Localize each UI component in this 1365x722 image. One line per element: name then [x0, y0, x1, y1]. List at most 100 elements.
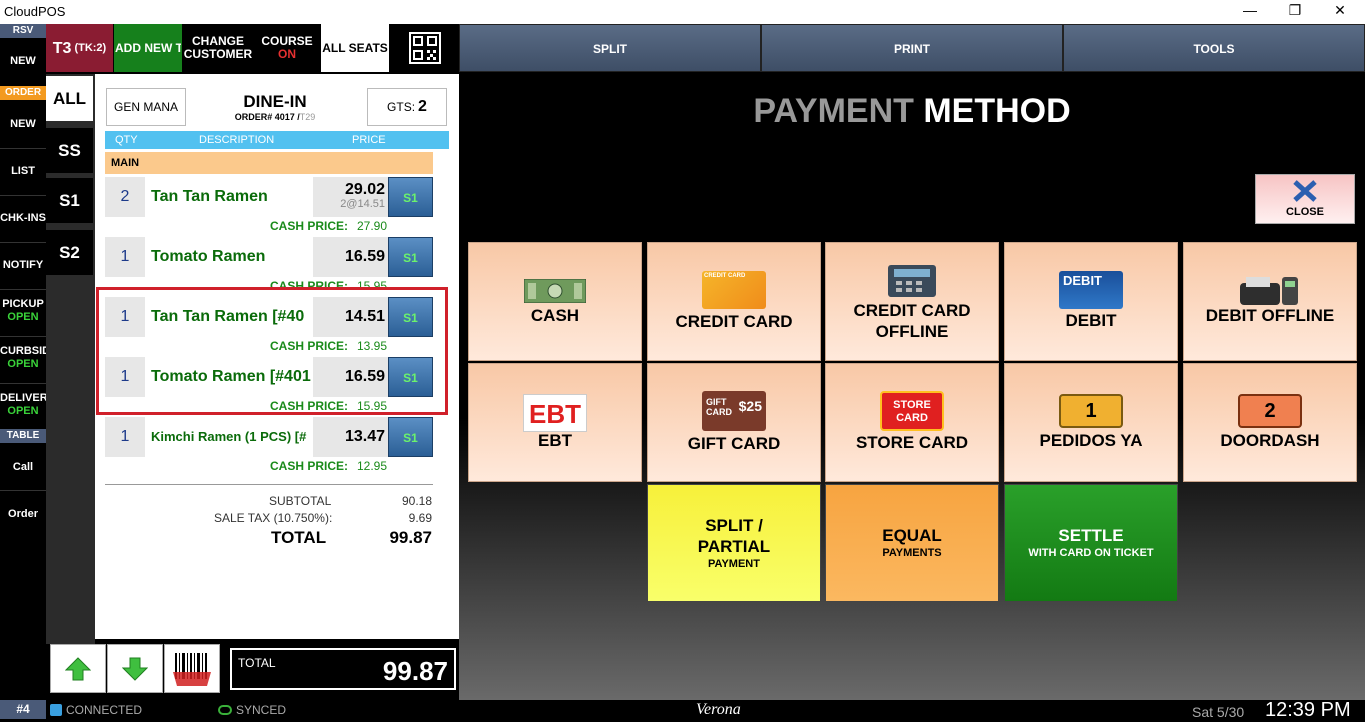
- title-payment: PAYMENT: [753, 92, 914, 130]
- arrow-up-icon: [65, 656, 91, 680]
- scroll-up-button[interactable]: [50, 644, 106, 693]
- minimize-icon[interactable]: —: [1230, 2, 1270, 18]
- checkins-button[interactable]: CHK-INS: [0, 212, 46, 225]
- store-card-button[interactable]: STORE CARD STORE CARD: [825, 363, 999, 482]
- card-terminal-icon: [888, 265, 936, 297]
- scroll-down-button[interactable]: [107, 644, 163, 693]
- pos-terminal-icon: [1240, 277, 1298, 305]
- subtotal-label: SUBTOTAL: [269, 494, 332, 508]
- credit-card-icon-text: CREDIT CARD: [704, 273, 746, 279]
- item-seat-button[interactable]: S1: [388, 237, 433, 277]
- tab-tools[interactable]: TOOLS: [1063, 24, 1365, 72]
- credit-card-button[interactable]: CREDIT CARD CREDIT CARD: [647, 242, 821, 361]
- order-item[interactable]: 1 Kimchi Ramen (1 PCS) [# 13.47 S1 CASH …: [105, 417, 435, 477]
- selection-highlight: [96, 287, 448, 415]
- item-seat-button[interactable]: S1: [388, 177, 433, 217]
- qr-code-icon: [408, 32, 441, 64]
- split-partial-payment-button[interactable]: SPLIT / PARTIAL PAYMENT: [647, 484, 821, 602]
- gift-icon-text-2: CARD: [706, 407, 732, 417]
- pedidos-icon-number: 1: [1085, 400, 1097, 422]
- gift-card-icon: GIFT CARD $25: [702, 391, 766, 431]
- course-toggle-button[interactable]: COURSE ON: [254, 24, 320, 72]
- debit-label: DEBIT: [1065, 311, 1117, 330]
- curbside-label: CURBSID: [0, 345, 51, 357]
- store-card-label: STORE CARD: [855, 433, 969, 452]
- curbside-button[interactable]: CURBSID OPEN: [0, 345, 50, 371]
- totals-divider: [105, 484, 433, 485]
- debit-offline-button[interactable]: DEBIT OFFLINE: [1183, 242, 1357, 361]
- pickup-button[interactable]: PICKUP OPEN: [0, 298, 46, 324]
- maximize-icon[interactable]: ❐: [1275, 2, 1315, 19]
- column-header: QTY DESCRIPTION PRICE: [105, 131, 449, 149]
- location-name: Verona: [696, 701, 741, 718]
- order-new-button[interactable]: NEW: [0, 118, 46, 131]
- ebt-icon-text: EBT: [529, 399, 581, 429]
- close-window-icon[interactable]: ✕: [1320, 2, 1360, 19]
- close-payment-button[interactable]: CLOSE: [1255, 174, 1355, 224]
- close-icon: [1293, 180, 1317, 202]
- add-new-ticket-button[interactable]: ADD NEW T: [114, 24, 182, 72]
- equal-payments-button[interactable]: EQUAL PAYMENTS: [825, 484, 999, 602]
- item-price: 13.47: [313, 417, 388, 457]
- rsv-new-button[interactable]: NEW: [0, 55, 46, 68]
- gift-card-label: GIFT CARD: [687, 434, 781, 453]
- debit-card-icon: DEBIT: [1059, 271, 1123, 309]
- tab-print[interactable]: PRINT: [761, 24, 1063, 72]
- total-value: 99.87: [389, 528, 432, 547]
- settle-label-1: SETTLE: [1058, 526, 1124, 545]
- pedidos-ya-label: PEDIDOS YA: [1039, 431, 1143, 450]
- credit-card-icon: CREDIT CARD: [702, 271, 766, 309]
- all-seats-button[interactable]: ALL SEATS: [321, 24, 389, 72]
- tab-split[interactable]: SPLIT: [459, 24, 761, 72]
- bottom-total-label: TOTAL: [238, 656, 276, 670]
- cash-price-label: CASH PRICE:: [270, 219, 349, 233]
- status-bar: #4 CONNECTED SYNCED Verona Sat 5/30 12:3…: [0, 699, 1365, 721]
- connected-status: CONNECTED: [66, 703, 143, 717]
- item-seat-button[interactable]: S1: [388, 417, 433, 457]
- table-ticket-button[interactable]: T3 (TK:2): [46, 24, 113, 72]
- barcode-button[interactable]: [164, 644, 220, 693]
- ebt-button[interactable]: EBT EBT: [468, 363, 642, 482]
- change-customer-button[interactable]: CHANGE CUSTOMER: [183, 24, 253, 72]
- arrow-down-icon: [122, 657, 148, 681]
- item-qty: 1: [105, 237, 145, 277]
- credit-card-offline-button[interactable]: CREDIT CARD OFFLINE: [825, 242, 999, 361]
- cash-button[interactable]: CASH: [468, 242, 642, 361]
- store-icon-text-1: STORE: [893, 399, 931, 411]
- cash-label: CASH: [530, 306, 580, 325]
- gift-card-button[interactable]: GIFT CARD $25 GIFT CARD: [647, 363, 821, 482]
- order-button[interactable]: Order: [0, 508, 46, 521]
- guests-button[interactable]: GTS: 2: [367, 88, 447, 126]
- tax-value: 9.69: [408, 511, 432, 525]
- doordash-button[interactable]: 2 DOORDASH: [1183, 363, 1357, 482]
- seat-ss-button[interactable]: SS: [46, 128, 93, 173]
- debit-offline-label: DEBIT OFFLINE: [1205, 306, 1335, 325]
- add-new-label: ADD NEW T: [115, 41, 181, 55]
- ticket-2-icon: 2: [1238, 394, 1302, 428]
- equal-label-1: EQUAL: [882, 526, 942, 545]
- ebt-label: EBT: [538, 431, 572, 450]
- tax-label: SALE TAX (10.750%):: [214, 511, 333, 525]
- equal-label-2: PAYMENTS: [882, 547, 942, 559]
- delivery-button[interactable]: DELIVER OPEN: [0, 392, 48, 418]
- col-price: PRICE: [352, 134, 386, 146]
- qr-code-button[interactable]: [390, 24, 459, 72]
- seat-s1-button[interactable]: S1: [46, 178, 93, 223]
- settle-button[interactable]: SETTLE WITH CARD ON TICKET: [1004, 484, 1178, 602]
- col-qty: QTY: [115, 134, 138, 146]
- synced-status: SYNCED: [236, 703, 287, 717]
- order-number: ORDER# 4017 /T29: [195, 112, 355, 122]
- notify-button[interactable]: NOTIFY: [0, 259, 46, 272]
- order-list-button[interactable]: LIST: [0, 165, 46, 178]
- item-unit-price: 2@14.51: [340, 198, 385, 210]
- debit-button[interactable]: DEBIT DEBIT: [1004, 242, 1178, 361]
- barcode-scanner-icon: [173, 652, 211, 686]
- pedidos-ya-button[interactable]: 1 PEDIDOS YA: [1004, 363, 1178, 482]
- seat-s2-button[interactable]: S2: [46, 230, 93, 275]
- server-button[interactable]: GEN MANA: [106, 88, 186, 126]
- order-item[interactable]: 2 Tan Tan Ramen 29.02 2@14.51 S1 CASH PRI…: [105, 177, 435, 237]
- split-label-3: PAYMENT: [708, 557, 760, 570]
- call-button[interactable]: Call: [0, 461, 46, 474]
- seat-all-button[interactable]: ALL: [46, 76, 93, 121]
- order-header: ORDER: [0, 86, 46, 100]
